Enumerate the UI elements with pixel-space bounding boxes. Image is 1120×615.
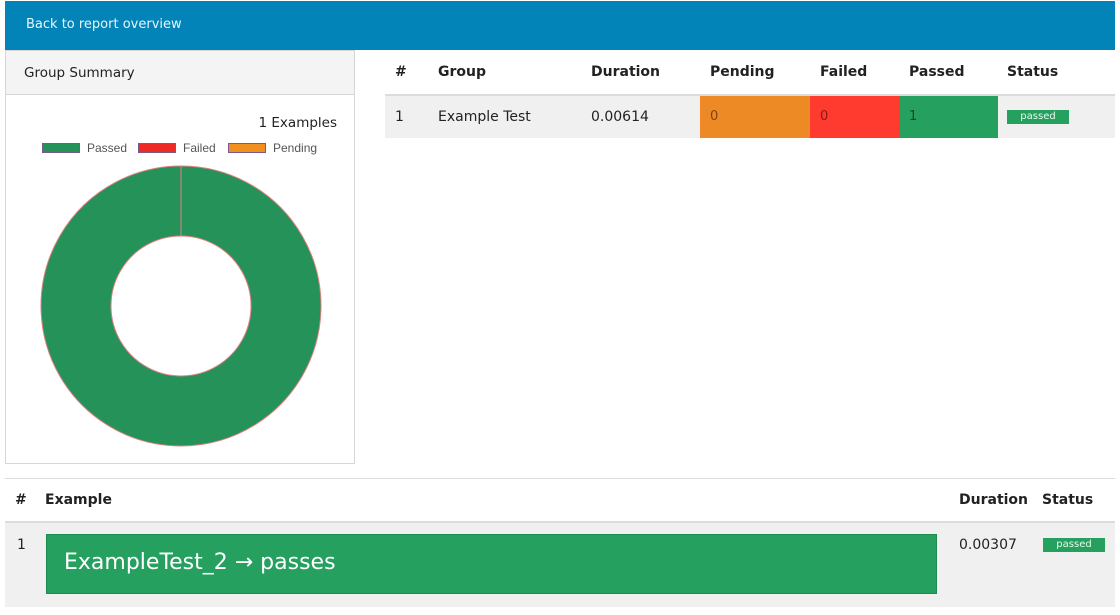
col-header-status: Status	[1007, 64, 1059, 80]
row-status: passed	[1043, 537, 1105, 553]
row-status: passed	[1007, 96, 1069, 138]
row-passed-count: 1	[899, 96, 998, 138]
row-failed-count: 0	[810, 96, 899, 138]
legend-swatch-passed	[42, 143, 80, 153]
table-row[interactable]: 1 Example Test 0.00614 0 0 1 passed	[385, 96, 1115, 138]
col-header-failed: Failed	[820, 64, 868, 80]
col-header-num: #	[395, 64, 407, 80]
row-num: 1	[395, 109, 404, 125]
col-header-duration: Duration	[591, 64, 661, 80]
row-group-name[interactable]: Example Test	[438, 96, 531, 138]
group-summary-header: Group Summary	[6, 51, 354, 95]
group-table-header: # Group Duration Pending Failed Passed S…	[385, 50, 1115, 96]
example-table-header: # Example Duration Status	[5, 478, 1115, 523]
legend-label-failed: Failed	[183, 141, 216, 155]
top-nav-bar: Back to report overview	[5, 1, 1115, 50]
summary-donut-chart	[40, 165, 322, 447]
back-to-overview-link[interactable]: Back to report overview	[26, 17, 182, 32]
legend-label-pending: Pending	[273, 141, 318, 155]
group-summary-title: Group Summary	[24, 65, 135, 81]
row-pending-count: 0	[700, 96, 810, 138]
example-table: # Example Duration Status 1 ExampleTest_…	[5, 478, 1115, 607]
row-duration: 0.00614	[591, 109, 649, 125]
examples-count: 1 Examples	[258, 115, 337, 131]
col-header-pending: Pending	[710, 64, 775, 80]
col-header-passed: Passed	[909, 64, 965, 80]
group-table: # Group Duration Pending Failed Passed S…	[385, 50, 1115, 138]
col-header-duration: Duration	[959, 492, 1029, 508]
col-header-num: #	[15, 492, 27, 508]
legend-label-passed: Passed	[87, 141, 128, 155]
example-title: ExampleTest_2 → passes	[64, 550, 336, 575]
status-badge: passed	[1043, 538, 1105, 552]
col-header-status: Status	[1042, 492, 1094, 508]
col-header-example: Example	[45, 492, 112, 508]
legend-swatch-failed	[138, 143, 176, 153]
status-badge: passed	[1007, 110, 1069, 124]
col-header-group: Group	[438, 64, 487, 80]
table-row[interactable]: 1 ExampleTest_2 → passes 0.00307 passed	[5, 523, 1115, 607]
row-duration: 0.00307	[959, 537, 1017, 553]
row-num: 1	[17, 537, 26, 553]
legend-swatch-pending	[228, 143, 266, 153]
group-summary-panel: Group Summary 1 Examples Passed Failed P…	[5, 50, 355, 464]
example-result-bar[interactable]: ExampleTest_2 → passes	[46, 534, 937, 594]
